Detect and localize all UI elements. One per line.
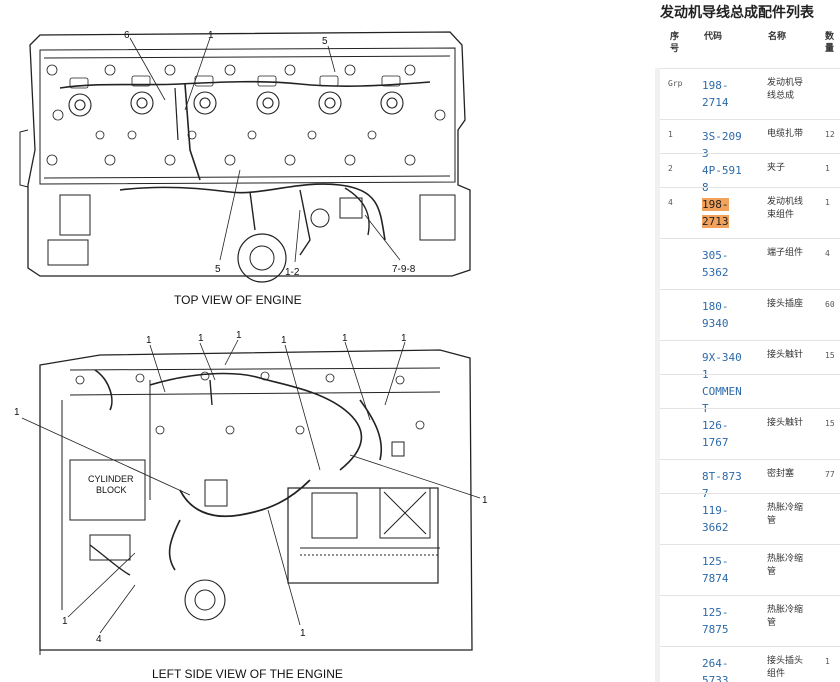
header-name: 名称 — [768, 32, 787, 42]
cell-name: 热胀冷缩管 — [767, 605, 804, 628]
cell-code[interactable]: 198- 2713 — [702, 196, 742, 230]
cell-code[interactable]: 125- 7874 — [702, 553, 742, 587]
table-body: Grp 198- 2714 发动机导线总成 1 3S-2093 电缆扎带 12 2 4P-5918… — [660, 68, 840, 682]
table-row: 8T-8737 密封塞 77 — [660, 459, 840, 500]
callout-top-5b: 5 — [215, 264, 221, 275]
cell-qty: 15 — [825, 351, 835, 360]
cell-code[interactable]: 119- 3662 — [702, 502, 742, 536]
callout-side-1b: 1 — [198, 333, 204, 344]
cell-qty: 77 — [825, 470, 835, 479]
cell-name: 密封塞 — [767, 469, 795, 479]
cell-name: 热胀冷缩管 — [767, 503, 804, 526]
table-row: 1 3S-2093 电缆扎带 12 — [660, 119, 840, 160]
cell-name: 端子组件 — [767, 248, 804, 258]
engine-wiring-diagram: 6 1 5 5 1-2 7-9-8 TOP VIEW OF ENGINE 1 1… — [0, 0, 655, 682]
cell-code[interactable]: 126- 1767 — [702, 417, 742, 451]
cell-seq: 2 — [668, 164, 673, 173]
top-view-drawing — [19, 31, 471, 283]
cell-name: 发动机导线总成 — [767, 78, 804, 101]
header-qty: 数 量 — [825, 32, 835, 54]
side-view-caption: LEFT SIDE VIEW OF THE ENGINE — [152, 667, 343, 681]
callout-side-4: 4 — [96, 634, 102, 645]
callout-side-1h: 1 — [482, 495, 488, 506]
table-row: 9X-3401 接头触针 15 — [660, 340, 840, 381]
callout-side-1e: 1 — [342, 333, 348, 344]
cell-qty: 4 — [825, 249, 830, 258]
callout-top-1-2: 1-2 — [285, 267, 300, 278]
table-header: 序 号 代码 名称 数 量 — [660, 25, 840, 68]
cell-name: 夹子 — [767, 163, 786, 173]
panel-title: 发动机导线总成配件列表 — [660, 5, 814, 21]
callout-side-1g: 1 — [14, 407, 20, 418]
table-row: 126- 1767 接头触针 15 — [660, 408, 840, 459]
table-row: 125- 7874 热胀冷缩管 — [660, 544, 840, 595]
cell-qty: 12 — [825, 130, 835, 139]
cell-qty: 1 — [825, 164, 830, 173]
cell-name: 接头触针 — [767, 418, 804, 428]
table-row: 4 198- 2713 发动机线束组件 1 — [660, 187, 840, 238]
callout-side-1i: 1 — [62, 616, 68, 627]
table-row: 119- 3662 热胀冷缩管 — [660, 493, 840, 544]
header-code: 代码 — [704, 32, 723, 42]
cell-name: 接头触针 — [767, 350, 804, 360]
table-row: COMMENT — [660, 374, 840, 415]
parts-list-panel: 发动机导线总成配件列表 序 号 代码 名称 数 量 Grp 198- 2714 发动机… — [655, 0, 840, 682]
callout-side-1j: 1 — [300, 628, 306, 639]
table-row: 125- 7875 热胀冷缩管 — [660, 595, 840, 646]
cell-seq: 1 — [668, 130, 673, 139]
cell-code[interactable]: 305- 5362 — [702, 247, 742, 281]
callout-side-1f: 1 — [401, 333, 407, 344]
header-seq: 序 号 — [670, 32, 680, 54]
cell-qty: 15 — [825, 419, 835, 428]
cell-code[interactable]: 125- 7875 — [702, 604, 742, 638]
cell-name: 发动机线束组件 — [767, 197, 804, 220]
parts-table: 序 号 代码 名称 数 量 Grp 198- 2714 发动机导线总成 1 3S-2093… — [660, 25, 840, 682]
cell-name: 热胀冷缩管 — [767, 554, 804, 577]
cell-qty: 1 — [825, 657, 830, 666]
table-row: 180- 9340 接头插座 60 — [660, 289, 840, 340]
callout-top-7-9-8: 7-9-8 — [392, 264, 416, 275]
cell-name: 电缆扎带 — [767, 129, 804, 139]
side-view-drawing — [21, 339, 481, 655]
table-row: 2 4P-5918 夹子 1 — [660, 153, 840, 194]
cell-code[interactable]: 264- 5733 — [702, 655, 742, 682]
cell-seq: Grp — [668, 79, 683, 88]
callout-top-1: 1 — [208, 30, 214, 41]
top-view-caption: TOP VIEW OF ENGINE — [174, 293, 302, 307]
cell-code[interactable]: 180- 9340 — [702, 298, 742, 332]
callout-side-1a: 1 — [146, 335, 152, 346]
cylinder-block-label-1: CYLINDER — [88, 474, 134, 484]
callout-side-1c: 1 — [236, 330, 242, 341]
cell-qty: 1 — [825, 198, 830, 207]
callout-top-6: 6 — [124, 30, 130, 41]
cell-qty: 60 — [825, 300, 835, 309]
cell-seq: 4 — [668, 198, 673, 207]
callout-side-1d: 1 — [281, 335, 287, 346]
callout-top-5a: 5 — [322, 36, 328, 47]
cell-name: 接头插头组件 — [767, 656, 804, 679]
cell-code[interactable]: 198- 2714 — [702, 77, 742, 111]
table-row: 305- 5362 端子组件 4 — [660, 238, 840, 289]
cylinder-block-label-2: BLOCK — [96, 485, 127, 495]
cell-name: 接头插座 — [767, 299, 804, 309]
table-row: 264- 5733 接头插头组件 1 — [660, 646, 840, 682]
table-row: Grp 198- 2714 发动机导线总成 — [660, 68, 840, 119]
